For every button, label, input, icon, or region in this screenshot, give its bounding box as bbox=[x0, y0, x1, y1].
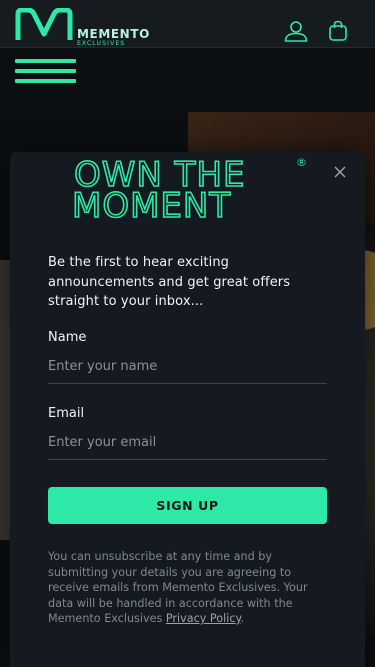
registered-mark: ® bbox=[296, 156, 307, 169]
name-label: Name bbox=[48, 330, 87, 345]
intro-text: Be the first to hear exciting announceme… bbox=[48, 255, 291, 309]
privacy-policy-link[interactable]: Privacy Policy bbox=[166, 612, 241, 625]
close-button[interactable] bbox=[332, 164, 348, 180]
brand-name: MEMENTO bbox=[77, 27, 150, 41]
headline-line-2: MOMENT bbox=[72, 186, 231, 222]
email-input[interactable] bbox=[48, 426, 327, 460]
brand-logo[interactable]: MEMENTO EXCLUSIVES bbox=[14, 7, 149, 47]
account-button[interactable] bbox=[284, 20, 310, 44]
page: MEMENTO EXCLUSIVES OWN THE MOMENT ® Be t… bbox=[0, 0, 375, 667]
close-icon bbox=[334, 166, 346, 178]
email-label: Email bbox=[48, 406, 85, 421]
newsletter-modal: OWN THE MOMENT ® Be the first to hear ex… bbox=[10, 152, 365, 667]
disclaimer-end: . bbox=[240, 612, 245, 625]
sign-up-button[interactable]: SIGN UP bbox=[48, 487, 327, 524]
name-input[interactable] bbox=[48, 350, 327, 384]
disclaimer-text: You can unsubscribe at any time and by s… bbox=[48, 549, 333, 627]
brand-subtitle: EXCLUSIVES bbox=[77, 40, 126, 47]
user-icon bbox=[284, 21, 308, 42]
menu-button[interactable] bbox=[15, 59, 77, 85]
headline: OWN THE MOMENT ® bbox=[72, 154, 307, 222]
shopping-bag-icon bbox=[329, 20, 347, 41]
site-header: MEMENTO EXCLUSIVES bbox=[0, 0, 375, 48]
logo-mark-icon bbox=[15, 7, 73, 40]
cart-button[interactable] bbox=[328, 20, 354, 44]
